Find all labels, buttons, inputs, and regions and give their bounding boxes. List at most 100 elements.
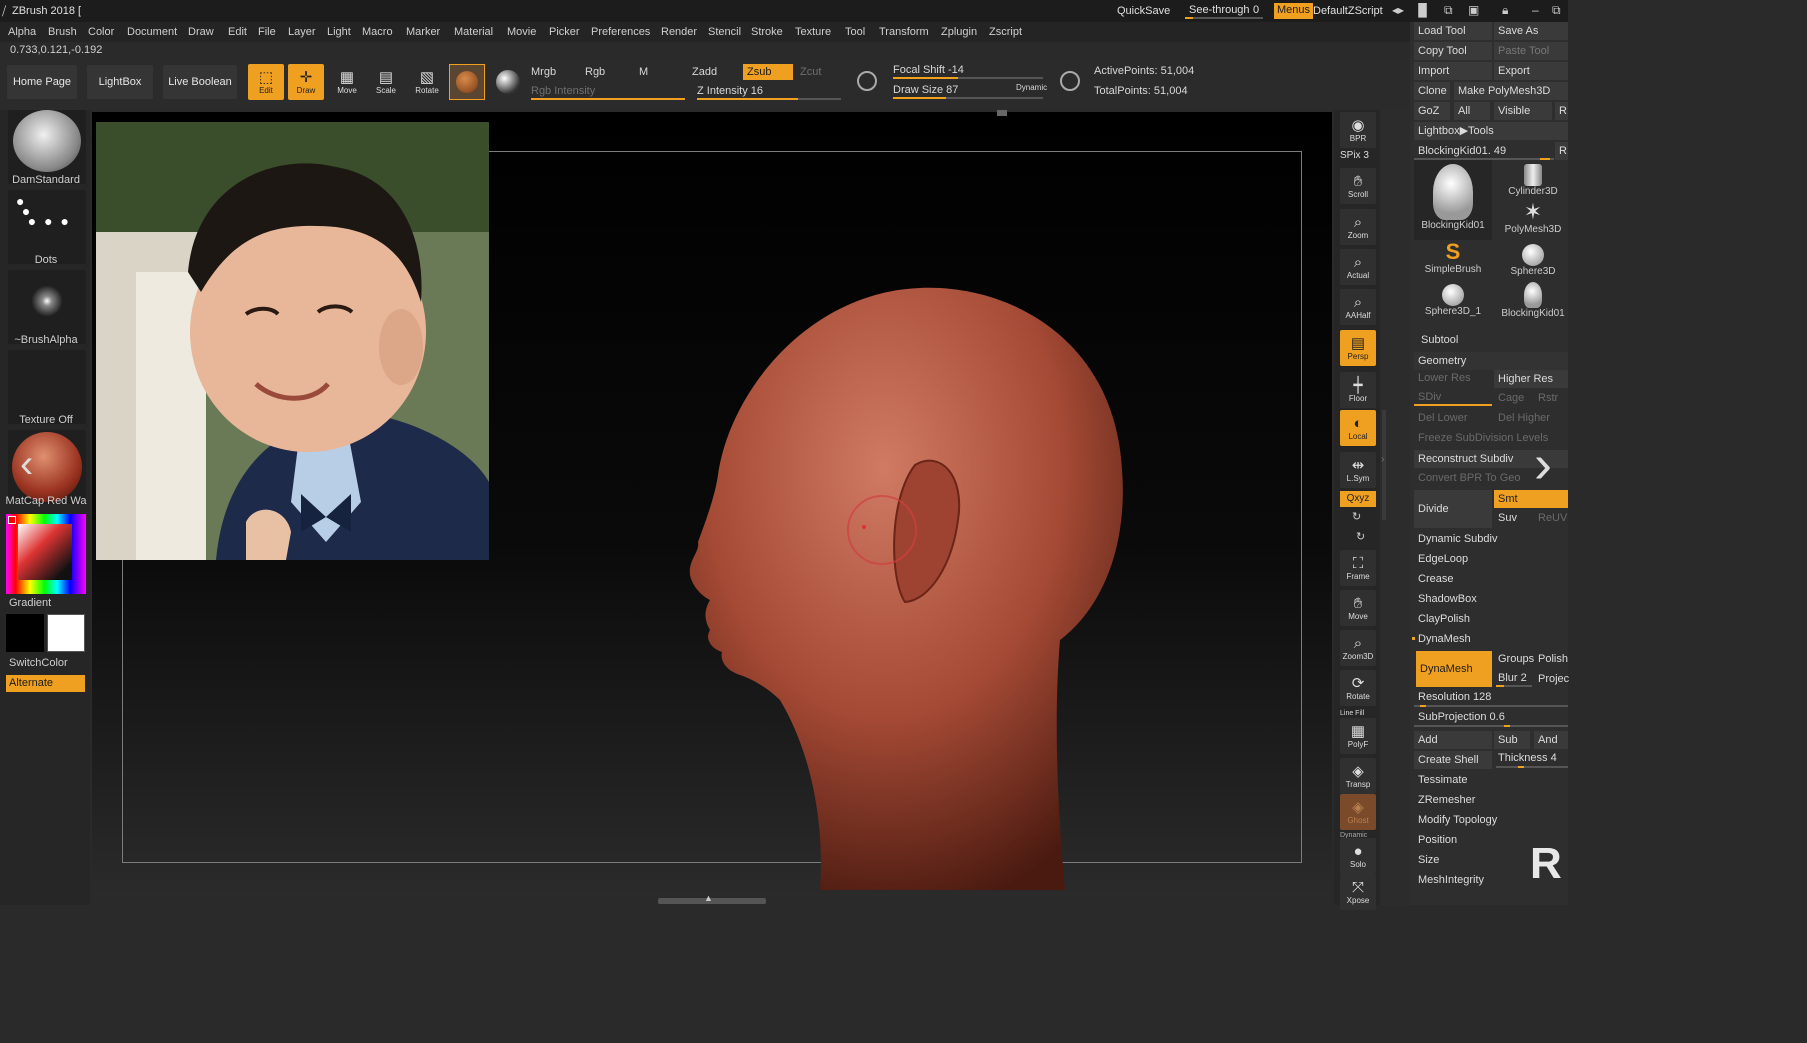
add-button[interactable]: Add	[1414, 731, 1492, 749]
subprojection-slider[interactable]: SubProjection 0.6	[1418, 711, 1505, 723]
divide-button[interactable]: Divide	[1414, 490, 1492, 528]
menu-edit[interactable]: Edit	[228, 26, 247, 38]
layout-two-icon[interactable]: ⧉	[1444, 3, 1453, 18]
rstr-button[interactable]: Rstr	[1538, 392, 1558, 404]
menu-light[interactable]: Light	[327, 26, 351, 38]
home-page-button[interactable]: Home Page	[7, 65, 77, 99]
head-model[interactable]	[660, 280, 1140, 895]
draw-size-slider[interactable]: Draw Size 87	[893, 84, 958, 96]
zadd-toggle[interactable]: Zadd	[692, 66, 717, 78]
switch-color-button[interactable]: SwitchColor	[9, 657, 68, 669]
menu-marker[interactable]: Marker	[406, 26, 440, 38]
lock-icon[interactable]: 🔒︎	[1502, 3, 1508, 18]
rotate-axis-icon[interactable]: ↻	[1352, 510, 1361, 523]
secondary-color-white[interactable]	[47, 614, 85, 652]
edit-mode-button[interactable]: ⬚ Edit	[248, 64, 284, 100]
menu-texture[interactable]: Texture	[795, 26, 831, 38]
tool-thumb-blockingkid-2[interactable]: BlockingKid01	[1494, 280, 1572, 320]
z-intensity-slider[interactable]: Z Intensity 16	[697, 85, 763, 97]
size-section[interactable]: Size	[1418, 854, 1439, 866]
tool-thumb-cylinder[interactable]: Cylinder3D	[1494, 160, 1572, 200]
chevron-right-small-icon[interactable]: ›	[1381, 454, 1384, 465]
tool-thumb-sphere3d[interactable]: Sphere3D	[1494, 240, 1572, 280]
copy-tool-button[interactable]: Copy Tool	[1414, 42, 1492, 60]
subtool-section[interactable]: Subtool	[1421, 334, 1458, 346]
meshintegrity-section[interactable]: MeshIntegrity	[1418, 874, 1484, 886]
edgeloop-section[interactable]: EdgeLoop	[1418, 553, 1468, 565]
rgb-toggle[interactable]: Rgb	[585, 66, 605, 78]
rgb-intensity-track[interactable]	[531, 98, 685, 100]
menu-zplugin[interactable]: Zplugin	[941, 26, 977, 38]
solo-button[interactable]: ● Solo	[1340, 838, 1376, 874]
right-panel-divider[interactable]: ›	[1380, 110, 1410, 905]
menus-toggle[interactable]: Menus	[1274, 3, 1314, 19]
tool-thumb-sphere3d-1[interactable]: Sphere3D_1	[1414, 280, 1492, 320]
menu-zscript[interactable]: Zscript	[989, 26, 1022, 38]
groups-toggle[interactable]: Groups	[1498, 653, 1534, 665]
del-higher-button[interactable]: Del Higher	[1498, 412, 1550, 424]
menu-stencil[interactable]: Stencil	[708, 26, 741, 38]
layout-three-icon[interactable]: ▣	[1468, 3, 1479, 17]
paste-tool-button[interactable]: Paste Tool	[1494, 42, 1568, 60]
rgb-intensity-slider[interactable]: Rgb Intensity	[531, 85, 595, 97]
blur-slider[interactable]: Blur 2	[1498, 672, 1527, 684]
move-view-button[interactable]: ✋︎ Move	[1340, 590, 1376, 626]
lightbox-button[interactable]: LightBox	[87, 65, 153, 99]
del-lower-button[interactable]: Del Lower	[1418, 412, 1468, 424]
brush-selector[interactable]	[8, 110, 86, 184]
material-selector[interactable]: ‹	[8, 430, 86, 504]
goz-all-button[interactable]: All	[1454, 102, 1490, 120]
menu-tool[interactable]: Tool	[845, 26, 865, 38]
scale-mode-button[interactable]: ▤ Scale	[368, 64, 404, 100]
material-preview-button[interactable]	[449, 64, 485, 100]
sdiv-track[interactable]	[1414, 404, 1492, 406]
shadowbox-section[interactable]: ShadowBox	[1418, 593, 1477, 605]
stroke-selector[interactable]: ● ● ● ● ●	[8, 190, 86, 264]
blur-track[interactable]	[1496, 685, 1532, 687]
export-button[interactable]: Export	[1494, 62, 1568, 80]
resolution-slider[interactable]: Resolution 128	[1418, 691, 1491, 703]
make-polymesh-button[interactable]: Make PolyMesh3D	[1454, 82, 1568, 100]
menu-picker[interactable]: Picker	[549, 26, 580, 38]
color-picker[interactable]	[6, 514, 86, 594]
color-picker-square[interactable]	[18, 524, 72, 580]
default-zscript-button[interactable]: DefaultZScript	[1313, 5, 1383, 17]
menu-render[interactable]: Render	[661, 26, 697, 38]
draw-size-track[interactable]	[893, 97, 1043, 99]
see-through-slider[interactable]: See-through 0	[1185, 3, 1265, 19]
menu-preferences[interactable]: Preferences	[591, 26, 650, 38]
polish-toggle[interactable]: Polish	[1538, 653, 1568, 665]
focal-shift-slider[interactable]: Focal Shift -14	[893, 64, 964, 76]
scroll-button[interactable]: ✋︎ Scroll	[1340, 168, 1376, 204]
primary-color-black[interactable]	[6, 614, 44, 652]
spix-slider[interactable]: SPix 3	[1340, 150, 1369, 161]
tool-r-button[interactable]: R	[1555, 142, 1568, 160]
persp-button[interactable]: ▤ Persp	[1340, 330, 1376, 366]
rotate-mode-button[interactable]: ▧ Rotate	[409, 64, 445, 100]
quicksave-button[interactable]: QuickSave	[1117, 5, 1170, 17]
tool-thumb-polymesh[interactable]: ✶ PolyMesh3D	[1494, 200, 1572, 240]
color-sphere-button[interactable]	[490, 64, 526, 100]
smt-toggle[interactable]: Smt	[1494, 490, 1568, 508]
z-intensity-track[interactable]	[697, 98, 841, 100]
bpr-render-button[interactable]: ◉ BPR	[1340, 112, 1376, 148]
alpha-selector[interactable]	[8, 270, 86, 344]
menu-file[interactable]: File	[258, 26, 276, 38]
project-toggle[interactable]: Projec	[1538, 673, 1569, 685]
focal-shift-track[interactable]	[893, 77, 1043, 79]
menu-transform[interactable]: Transform	[879, 26, 929, 38]
dynamic-toggle[interactable]: Dynamic	[1016, 83, 1047, 92]
zoom3d-button[interactable]: ⌕ Zoom3D	[1340, 630, 1376, 666]
convert-bpr-button[interactable]: Convert BPR To Geo	[1418, 472, 1521, 484]
reuv-button[interactable]: ReUV	[1538, 512, 1567, 524]
zoom-button[interactable]: ⌕ Zoom	[1340, 209, 1376, 245]
tessimate-section[interactable]: Tessimate	[1418, 774, 1468, 786]
rotate-axis-2-icon[interactable]: ↻	[1356, 530, 1365, 543]
floor-button[interactable]: ┿ Floor	[1340, 372, 1376, 408]
zsub-toggle[interactable]: Zsub	[743, 64, 793, 80]
load-tool-button[interactable]: Load Tool	[1414, 22, 1492, 40]
menu-material[interactable]: Material	[454, 26, 493, 38]
zremesher-section[interactable]: ZRemesher	[1418, 794, 1475, 806]
thickness-slider[interactable]: Thickness 4	[1498, 752, 1557, 764]
ghost-button[interactable]: ◈ Ghost	[1340, 794, 1376, 830]
